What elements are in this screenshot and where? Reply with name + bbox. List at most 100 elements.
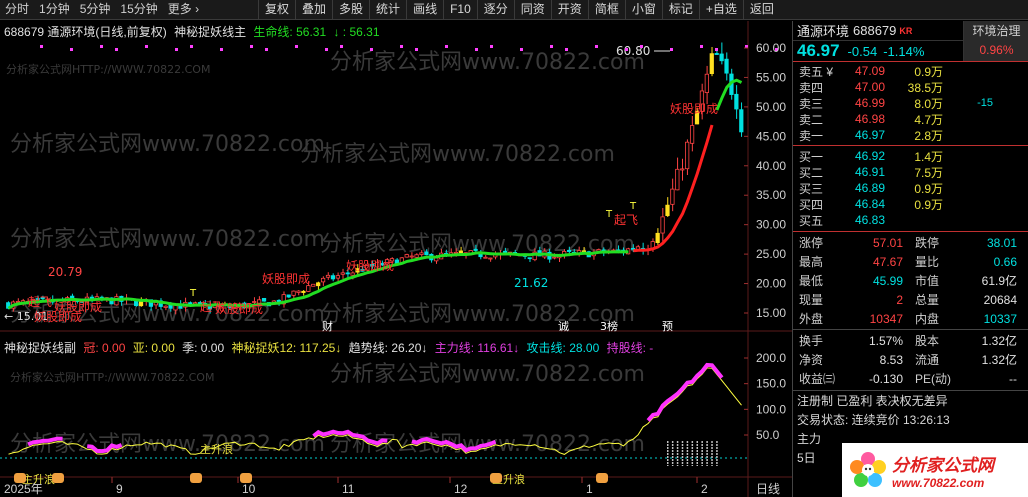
multi-stock-button[interactable]: 多股 xyxy=(332,0,369,20)
top-signal-dot xyxy=(100,45,103,48)
y-tick-label: 30.00 xyxy=(756,218,786,232)
top-signal-dot xyxy=(400,45,403,48)
sell-level[interactable]: 卖二 46.98 4.7万 xyxy=(793,111,1028,127)
top-signal-dot xyxy=(40,45,43,48)
back-button[interactable]: 返回 xyxy=(742,0,780,20)
ji-value: 季: 0.00 xyxy=(182,341,225,355)
signal-label: 妖股即成 xyxy=(670,102,718,116)
top-signal-dot xyxy=(325,48,328,51)
tab-15min[interactable]: 15分钟 xyxy=(115,0,162,19)
sector-tag[interactable]: 环境治理 0.96% xyxy=(963,21,1028,61)
quote-key: 净资 xyxy=(799,353,824,367)
level-label: 卖三 xyxy=(799,96,824,111)
quote-stats: 涨停 57.01 跌停 38.01 最高 47.67 量比 0.66 最低 45.99 市值 61.9… xyxy=(793,233,1028,328)
watermark-text: 分析家公式网www.70822.com xyxy=(10,227,325,252)
step-button[interactable]: 逐分 xyxy=(476,0,514,20)
fuquan-button[interactable]: 复权 xyxy=(258,0,295,20)
kline-chart[interactable]: 分析家公式网HTTP://WWW.70822.COM 分析家公式网www.7082… xyxy=(0,21,792,497)
main-force-arrow: ↓ xyxy=(513,341,520,355)
quote-value: 10347 xyxy=(869,311,903,326)
signal-marker: T xyxy=(629,201,637,212)
level-volume: 1.4万 xyxy=(914,149,943,164)
quote-key: 最低 xyxy=(799,274,824,288)
tab-5min[interactable]: 5分钟 xyxy=(75,0,116,19)
sell-level[interactable]: 卖四 47.00 38.5万 xyxy=(793,79,1028,95)
candle-body xyxy=(404,254,409,258)
candle-body xyxy=(724,58,729,74)
overlay-button[interactable]: 叠加 xyxy=(295,0,332,20)
simple-frame-button[interactable]: 简框 xyxy=(587,0,625,20)
stock-code: 688679 xyxy=(853,23,897,38)
f10-button[interactable]: F10 xyxy=(443,0,477,20)
money-bag-icon xyxy=(190,473,202,483)
watermark-text: 分析家公式网HTTP://WWW.70822.COM xyxy=(6,62,210,76)
watermark-text: 分析家公式网www.70822.com xyxy=(10,132,325,157)
buy-level[interactable]: 买五 46.83 xyxy=(793,212,1028,228)
candle-body xyxy=(734,93,739,110)
low-price-label: 21.62 xyxy=(514,276,548,290)
small-window-button[interactable]: 小窗 xyxy=(624,0,662,20)
level-label: 买二 xyxy=(799,165,824,180)
chart-canvas[interactable]: 分析家公式网HTTP://WWW.70822.COM 分析家公式网www.7082… xyxy=(0,21,792,497)
level-change: -15 xyxy=(977,97,993,109)
y-tick-label: 50.00 xyxy=(756,100,786,114)
candle-body xyxy=(714,53,719,55)
buy-level[interactable]: 买三 46.89 0.9万 xyxy=(793,180,1028,196)
candle-body xyxy=(419,252,424,255)
indicator-name[interactable]: 神秘捉妖线主 xyxy=(174,25,246,39)
signal-label: 起飞 xyxy=(614,213,638,227)
sub-legend: 神秘捉妖线副 冠: 0.00 亚: 0.00 季: 0.00 神秘捉妖12: 1… xyxy=(4,339,657,356)
top-signal-dot xyxy=(415,48,418,51)
top-signal-dot xyxy=(265,48,268,51)
x-tick-label: 12 xyxy=(454,482,468,496)
money-bag-icon xyxy=(52,473,64,483)
watermark-text: 分析家公式网www.70822.com xyxy=(330,50,645,75)
watermark-text: 分析家公式网www.70822.com xyxy=(300,142,615,167)
sell-level[interactable]: 卖五 ¥ 47.09 0.9万 xyxy=(793,63,1028,79)
sub-indicator-name[interactable]: 神秘捉妖线副 xyxy=(4,341,76,355)
candle-body xyxy=(458,250,463,254)
kr-badge: KR xyxy=(899,25,913,36)
quote-key: 现量 xyxy=(799,293,824,307)
quote-row: 最低 45.99 市值 61.9亿 xyxy=(793,271,1028,290)
quote-value: -- xyxy=(1009,371,1017,386)
candle-body xyxy=(335,275,340,279)
flower-logo-icon xyxy=(848,450,888,490)
top-signal-dot xyxy=(370,48,373,51)
candle-body xyxy=(566,249,572,252)
kaizi-button[interactable]: 开资 xyxy=(550,0,588,20)
tab-fenshi[interactable]: 分时 xyxy=(0,0,34,19)
level-volume: 8.0万 xyxy=(914,96,943,111)
buy-level[interactable]: 买四 46.84 0.9万 xyxy=(793,196,1028,212)
signal-marker: T xyxy=(605,209,613,220)
sm12-value: 神秘捉妖12: 117.25 xyxy=(231,341,336,355)
y-tick-label: 100.0 xyxy=(756,402,786,416)
y-tick-label: 45.00 xyxy=(756,129,786,143)
level-volume: 4.7万 xyxy=(914,112,943,127)
top-signal-dot xyxy=(475,48,478,51)
quote-key: 涨停 xyxy=(799,236,824,250)
last-price: 46.97 xyxy=(797,41,840,60)
stats-button[interactable]: 统计 xyxy=(369,0,406,20)
add-watchlist-button[interactable]: +自选 xyxy=(698,0,743,20)
buy-level[interactable]: 买二 46.91 7.5万 xyxy=(793,164,1028,180)
quote-key: 外盘 xyxy=(799,312,824,326)
quote-stats-fundamentals: 换手 1.57% 股本 1.32亿 净资 8.53 流通 1.32亿 收益㈢ -0.130 PE(动… xyxy=(793,331,1028,388)
money-bag-icon xyxy=(490,473,502,483)
stock-name: 通源环境 xyxy=(797,24,850,39)
candle-body xyxy=(655,232,660,244)
buy-level[interactable]: 买一 46.92 1.4万 xyxy=(793,148,1028,164)
candle-body xyxy=(685,141,690,170)
candle-body xyxy=(409,255,414,258)
tongzi-button[interactable]: 同资 xyxy=(513,0,551,20)
price-change: -0.54 xyxy=(847,43,878,59)
y-tick-label: 20.00 xyxy=(756,277,786,291)
tab-more[interactable]: 更多 › xyxy=(163,0,204,19)
sell-level[interactable]: 卖一 46.97 2.8万 xyxy=(793,127,1028,143)
sell-level[interactable]: 卖三 46.99 8.0万 -15 xyxy=(793,95,1028,111)
candle-body xyxy=(704,73,709,93)
mark-button[interactable]: 标记 xyxy=(661,0,699,20)
tab-1min[interactable]: 1分钟 xyxy=(34,0,75,19)
draw-line-button[interactable]: 画线 xyxy=(406,0,443,20)
watermark-logo: 分析家公式网 www.70822.com xyxy=(842,443,1028,497)
